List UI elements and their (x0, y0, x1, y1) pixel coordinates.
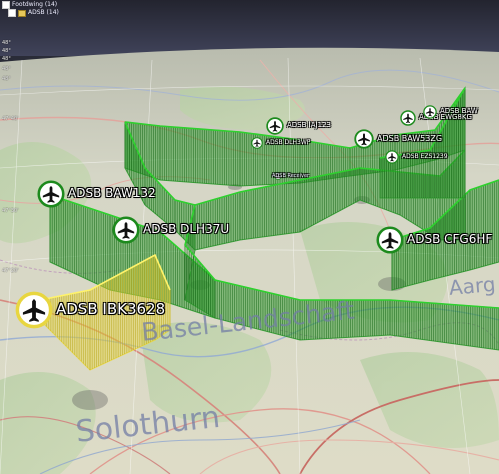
folder-icon (18, 9, 26, 17)
ruler-tick-label: 48° (2, 56, 11, 62)
airplane-icon[interactable] (385, 150, 399, 164)
aircraft-label[interactable]: ADSB BAW (440, 107, 478, 115)
aircraft-label[interactable]: ADSB DLH3WP (266, 139, 310, 146)
layer-root[interactable]: Footdwing (14) (2, 1, 59, 9)
airplane-icon[interactable] (354, 129, 374, 149)
ruler-tick-label: 48° (2, 66, 11, 72)
airplane-icon[interactable] (400, 110, 416, 126)
ruler-tick-label: 47°40' (2, 116, 19, 122)
ruler-tick-label: 47°20' (2, 268, 19, 274)
aircraft-label[interactable]: ADSB DLH37U (143, 222, 229, 236)
airplane-icon[interactable] (112, 216, 140, 244)
checkbox-icon[interactable] (8, 9, 16, 17)
sky (0, 0, 499, 56)
aircraft-label[interactable]: ADSB BAW53ZG (377, 134, 442, 143)
airplane-icon[interactable] (266, 117, 284, 135)
aircraft-label[interactable]: ADSB EZS1239 (402, 153, 448, 160)
airplane-icon[interactable] (423, 105, 437, 119)
globe-viewport[interactable]: Basel-Landschaft Solothurn Aarg Footdwin… (0, 0, 499, 474)
aircraft-label[interactable]: ADSB IAJ123 (287, 121, 331, 129)
airplane-icon[interactable] (376, 226, 404, 254)
aircraft-label[interactable]: ADSB Receiver (272, 173, 309, 179)
airplane-icon[interactable] (37, 180, 65, 208)
airplane-icon[interactable] (15, 291, 53, 329)
ruler-tick-label: 48° (2, 76, 11, 82)
ruler-tick-label: 48° (2, 40, 11, 46)
aircraft-label[interactable]: ADSB CFG6HF (407, 232, 492, 246)
aircraft-label[interactable]: ADSB BAW132 (68, 186, 156, 200)
layer-tree[interactable]: Footdwing (14) ADSB (14) (2, 1, 59, 17)
ruler-tick-label: 47°30' (2, 208, 19, 214)
layer-folder-label: ADSB (14) (28, 9, 59, 16)
map-label-aargau: Aarg (448, 271, 497, 300)
ruler-tick-label: 48° (2, 48, 11, 54)
layer-root-label: Footdwing (14) (12, 1, 58, 8)
aircraft-label[interactable]: ADSB IBK3628 (56, 300, 165, 318)
checkbox-icon[interactable] (2, 1, 10, 9)
layer-folder-adsb[interactable]: ADSB (14) (8, 9, 59, 17)
airplane-icon[interactable] (251, 137, 263, 149)
